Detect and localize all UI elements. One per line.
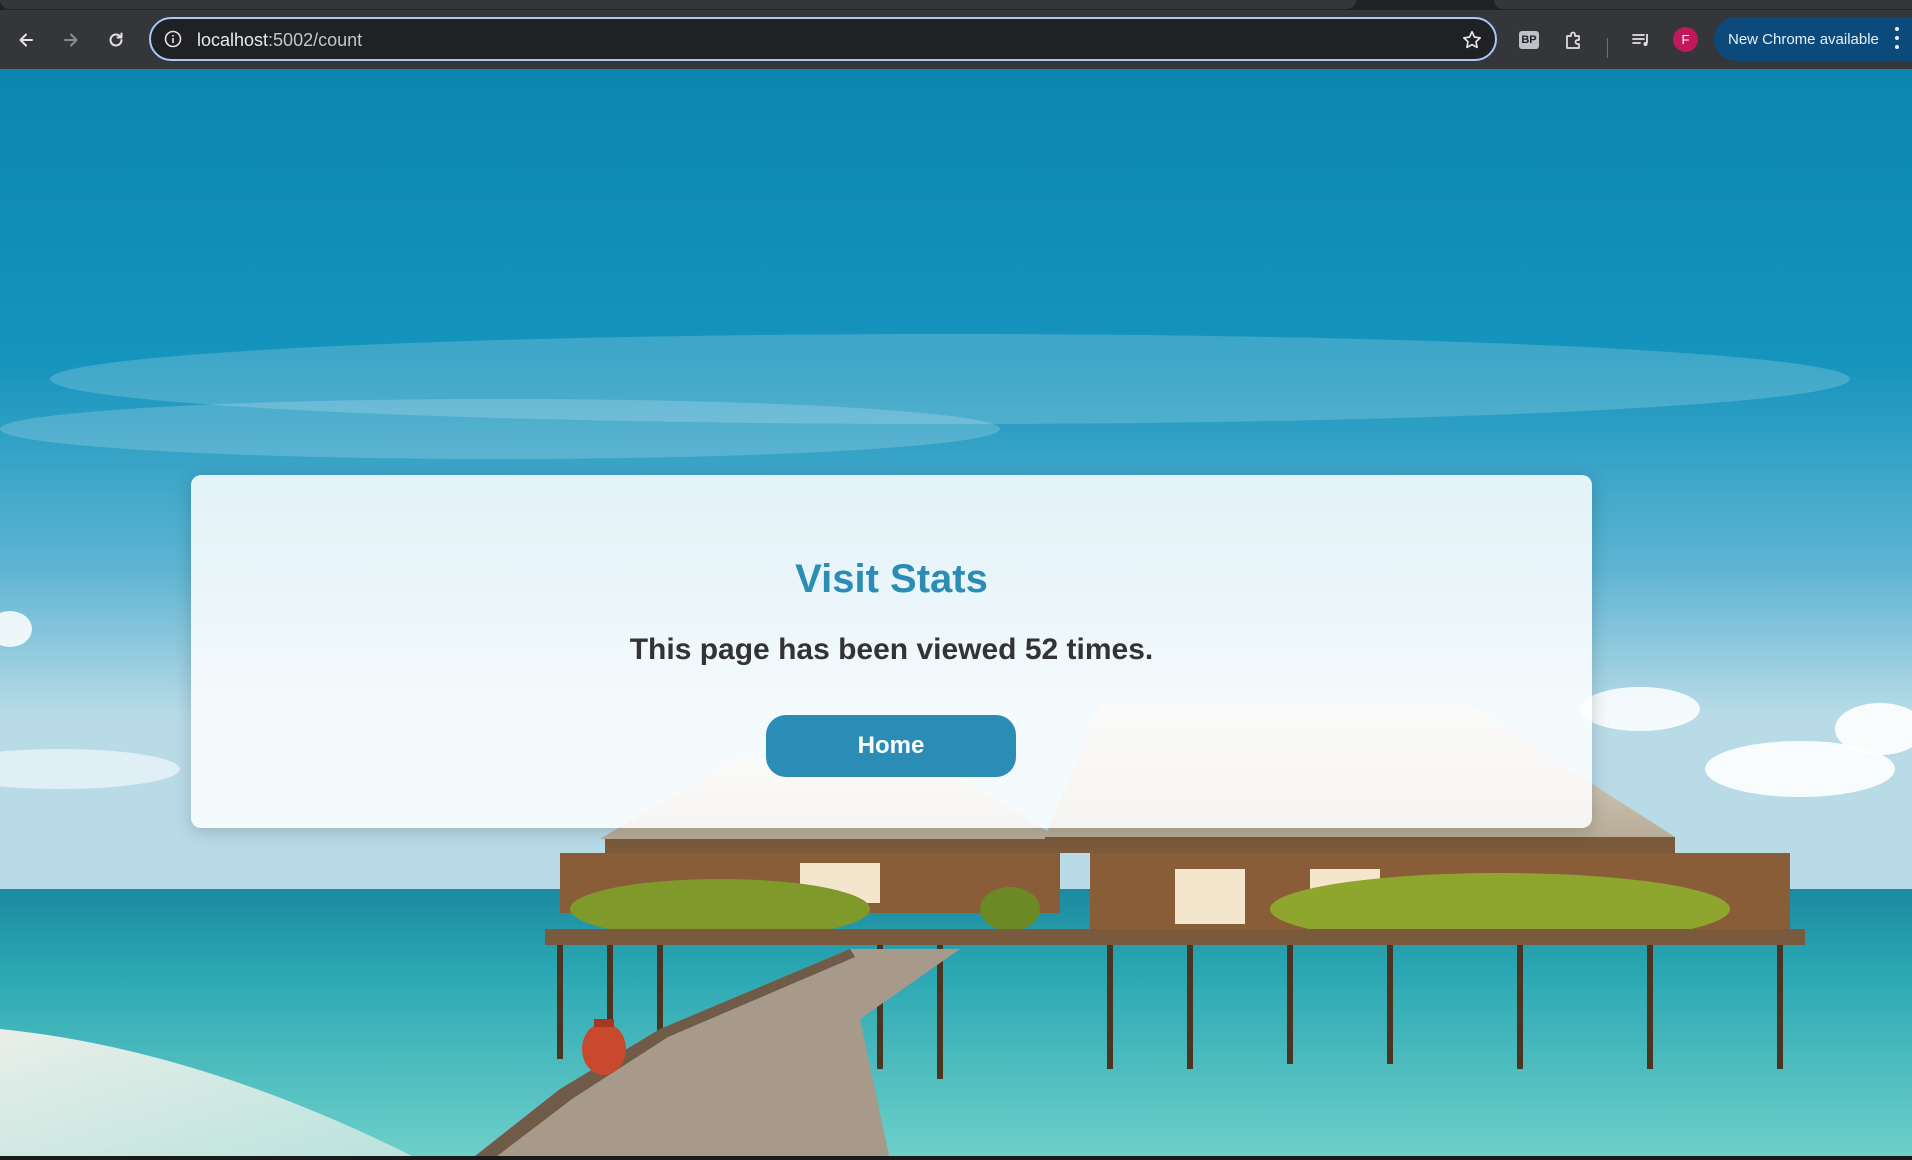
home-button[interactable]: Home bbox=[766, 715, 1016, 777]
browser-toolbar: localhost:5002/count BP F New Chrome ava… bbox=[0, 10, 1912, 69]
extension-bp-button[interactable]: BP bbox=[1516, 27, 1542, 53]
media-controls-icon bbox=[1632, 34, 1648, 46]
more-vert-icon[interactable] bbox=[1894, 27, 1900, 49]
view-count-message: This page has been viewed 52 times. bbox=[629, 633, 1154, 666]
tab-strip-background bbox=[0, 0, 1356, 9]
forward-button[interactable] bbox=[55, 24, 87, 56]
extensions-puzzle-icon bbox=[1566, 31, 1580, 49]
media-controls-button[interactable] bbox=[1628, 27, 1654, 53]
site-info-icon[interactable] bbox=[163, 29, 183, 49]
url-path: :5002/count bbox=[268, 30, 363, 50]
toolbar-separator bbox=[1607, 38, 1608, 58]
page-viewport: Visit Stats This page has been viewed 52… bbox=[0, 69, 1912, 1160]
url-host: localhost bbox=[197, 30, 269, 50]
tab-strip-background-right bbox=[1494, 0, 1912, 9]
extension-bp-badge: BP bbox=[1519, 31, 1539, 49]
window-bottom-edge bbox=[0, 1156, 1912, 1160]
profile-avatar[interactable]: F bbox=[1673, 27, 1698, 52]
new-chrome-available-button[interactable]: New Chrome available bbox=[1714, 17, 1912, 61]
visit-stats-card: Visit Stats This page has been viewed 52… bbox=[191, 475, 1592, 828]
reload-button[interactable] bbox=[100, 24, 132, 56]
page-title: Visit Stats bbox=[795, 557, 988, 601]
address-bar[interactable]: localhost:5002/count bbox=[149, 17, 1497, 61]
tab-strip bbox=[0, 0, 1912, 10]
back-button[interactable] bbox=[10, 24, 42, 56]
reload-icon bbox=[109, 32, 123, 47]
bookmark-star-icon[interactable] bbox=[1461, 29, 1483, 51]
back-arrow-icon bbox=[19, 33, 33, 47]
update-label: New Chrome available bbox=[1728, 30, 1879, 48]
url-text[interactable]: localhost:5002/count bbox=[197, 30, 362, 51]
extensions-button[interactable] bbox=[1561, 27, 1587, 53]
forward-arrow-icon bbox=[64, 33, 78, 47]
